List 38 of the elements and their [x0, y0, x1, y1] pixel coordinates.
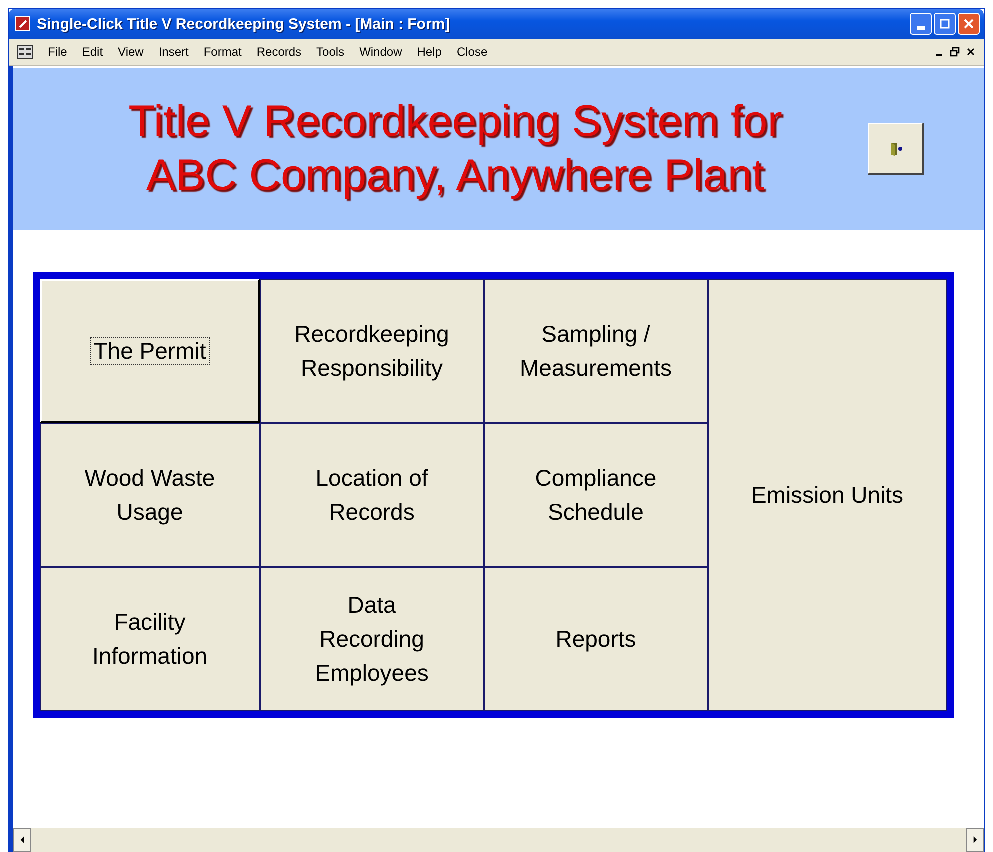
menu-button[interactable]: Reports — [484, 567, 708, 711]
menu-button[interactable]: Wood Waste Usage — [40, 423, 260, 567]
maximize-button[interactable] — [934, 13, 956, 35]
menu-item[interactable]: Tools — [316, 45, 345, 59]
menu-button[interactable]: Data Recording Employees — [260, 567, 484, 711]
app-icon — [15, 16, 31, 32]
close-button[interactable] — [958, 13, 980, 35]
scroll-right-button[interactable] — [966, 828, 984, 852]
close-icon — [964, 19, 974, 29]
exit-button[interactable] — [868, 123, 924, 175]
scroll-left-button[interactable] — [13, 828, 31, 852]
menu-item[interactable]: Insert — [158, 45, 189, 59]
left-arrow-icon — [20, 836, 24, 844]
menu-item[interactable]: File — [48, 45, 68, 59]
menu-button[interactable]: Location of Records — [260, 423, 484, 567]
menu-item[interactable]: Close — [456, 45, 488, 59]
minimize-button[interactable] — [910, 13, 932, 35]
menu-item[interactable]: Format — [204, 45, 242, 59]
menu-button[interactable]: Sampling / Measurements — [484, 279, 708, 423]
menu-item[interactable]: Records — [256, 45, 302, 59]
menu-button[interactable]: Emission Units — [708, 279, 947, 711]
menu-button[interactable]: Compliance Schedule — [484, 423, 708, 567]
right-arrow-icon — [972, 836, 978, 844]
menu-button[interactable]: The Permit — [40, 279, 260, 423]
form-title: Title V Recordkeeping System for ABC Company, Anywhere Plant — [128, 96, 784, 202]
menu-button[interactable]: Facility Information — [40, 567, 260, 711]
menu-item[interactable]: Window — [360, 45, 402, 59]
menu-button[interactable]: Recordkeeping Responsibility — [260, 279, 484, 423]
menu-item[interactable]: Edit — [82, 45, 104, 59]
horizontal-scrollbar[interactable] — [9, 828, 984, 852]
restore-icon[interactable] — [950, 47, 960, 57]
window-title: Single-Click Title V Recordkeeping System - [Main : Form] — [37, 16, 452, 32]
close-icon[interactable] — [966, 47, 976, 57]
form-icon[interactable] — [17, 45, 33, 59]
menu-item[interactable]: View — [118, 45, 144, 59]
minimize-icon — [917, 26, 925, 30]
maximize-icon — [940, 19, 950, 29]
menu-item[interactable]: Help — [417, 45, 442, 59]
